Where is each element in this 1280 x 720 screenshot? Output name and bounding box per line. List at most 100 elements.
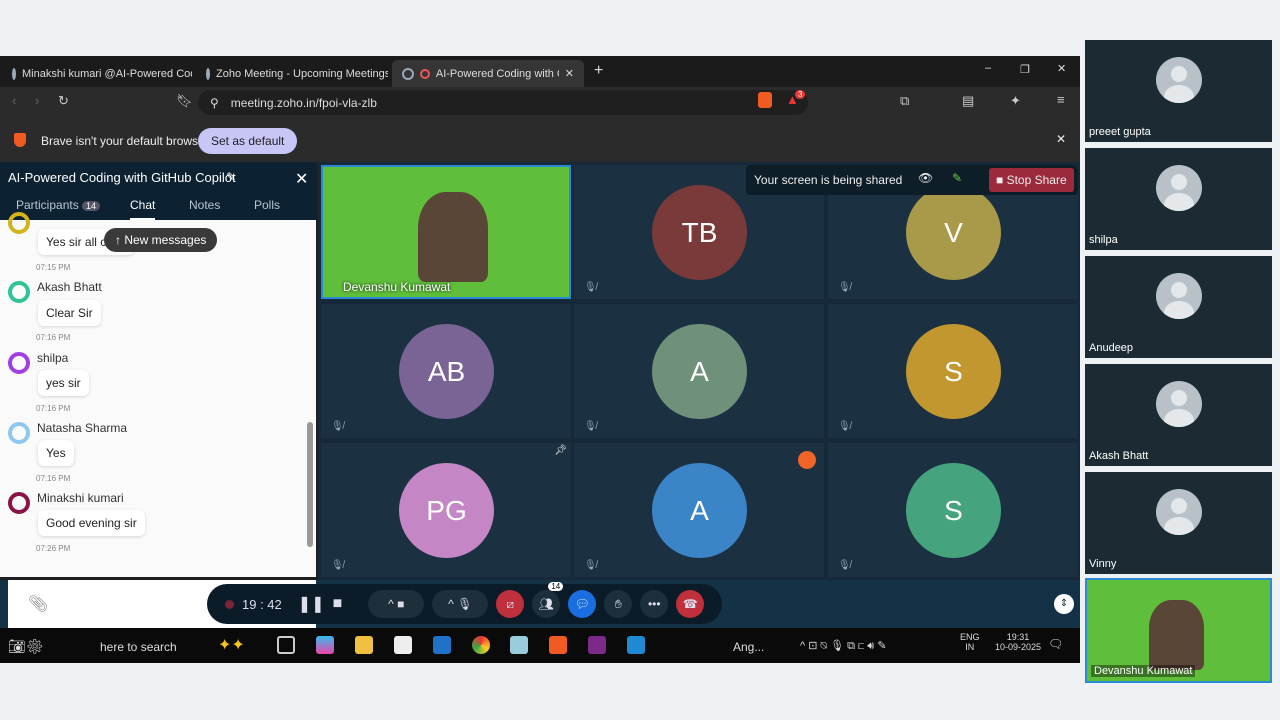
expand-toggle-icon[interactable]: ⇕ (1054, 594, 1074, 614)
message-time: 07:15 PM (36, 263, 71, 272)
chat-button[interactable]: 💬︎ (568, 590, 597, 618)
stop-share-button[interactable]: ■ Stop Share (989, 168, 1074, 192)
close-window-button[interactable]: ✕ (1057, 62, 1066, 75)
participant-thumbnail[interactable]: shilpa (1085, 148, 1272, 250)
participant-tile[interactable]: S 🎙︎̸ (828, 443, 1078, 577)
mic-off-icon: 🎙︎̸ (331, 560, 344, 571)
extensions-icon[interactable]: ⧉ (900, 93, 909, 109)
meeting-title: AI-Powered Coding with GitHub Copilot (8, 170, 236, 185)
brave-taskbar-icon[interactable] (549, 636, 567, 654)
file-explorer-icon[interactable] (355, 636, 373, 654)
capture-tools-icon[interactable]: 📷︎⚙︎ (8, 638, 44, 655)
vscode-icon[interactable] (627, 636, 645, 654)
close-infobar-button[interactable]: ✕ (1056, 132, 1066, 146)
back-button[interactable]: ‹ (12, 93, 16, 108)
copilot-app-icon[interactable] (316, 636, 334, 654)
tab-polls[interactable]: Polls (254, 198, 280, 212)
chrome-icon[interactable] (472, 636, 490, 654)
presenter-video (418, 192, 488, 282)
clock-date: 10-09-2025 (995, 642, 1042, 652)
set-default-button[interactable]: Set as default (198, 128, 298, 154)
attach-icon[interactable]: 📎︎ (28, 594, 48, 614)
avatar-initials: A (652, 463, 747, 558)
message-time: 07:26 PM (36, 544, 71, 553)
participants-button[interactable]: 👥︎ 14 (532, 582, 564, 618)
avatar (8, 492, 30, 514)
store-icon[interactable] (394, 636, 412, 654)
presenter-video-tile[interactable]: Devanshu Kumawat (321, 165, 571, 299)
stop-share-label: Stop Share (1006, 173, 1067, 187)
leo-icon[interactable]: ✦ (1010, 93, 1021, 109)
new-messages-button[interactable]: ↑ New messages (104, 228, 218, 252)
participant-tile[interactable]: S 🎙︎̸ (828, 304, 1078, 438)
tab-chat[interactable]: Chat (130, 198, 156, 220)
microphone-button[interactable]: ^ 🎙︎ (432, 590, 489, 618)
participant-tile[interactable]: A 🎙︎̸ (574, 443, 824, 577)
clock[interactable]: 19:31 10-09-2025 (995, 632, 1041, 652)
participant-thumbnail[interactable]: Akash Bhatt (1085, 364, 1272, 466)
tab-label: AI-Powered Coding with GitH (435, 67, 559, 80)
reactions-button[interactable]: ✋︎ (604, 590, 633, 618)
leave-meeting-button[interactable]: ☎︎ (676, 590, 705, 618)
minimize-button[interactable]: – (985, 62, 991, 74)
language-indicator[interactable]: ENG IN (960, 632, 980, 652)
edit-icon[interactable]: ✎ (226, 170, 236, 184)
chat-scrollbar[interactable] (307, 222, 313, 552)
url-field[interactable]: ⚲ meeting.zoho.in/fpoi-vla-zlb (198, 90, 808, 115)
camera-button[interactable]: ^ ■ (368, 590, 425, 618)
participant-tile[interactable]: AB 🎙︎̸ (321, 304, 571, 438)
app-icon[interactable] (510, 636, 528, 654)
notifications-icon[interactable]: 🗨︎ (1048, 637, 1063, 651)
tab-meeting[interactable]: AI-Powered Coding with GitH ✕ (392, 60, 584, 87)
tab-participants[interactable]: Participants 14 (16, 198, 101, 212)
more-options-button[interactable]: ••• (640, 590, 669, 618)
tab-label: Zoho Meeting - Upcoming Meetings (216, 67, 388, 80)
browser-window: Minakshi kumari @AI-Powered Codin Zoho M… (0, 56, 1080, 663)
avatar-initials: S (906, 324, 1001, 419)
onenote-icon[interactable] (588, 636, 606, 654)
tray-icons[interactable]: ^ ⊡ ⍉ 🎙︎ ⧉ ⊏ 🔊︎ ✎ (800, 639, 887, 653)
participant-tile[interactable]: A 🎙︎̸ (574, 304, 824, 438)
participant-thumbnail[interactable]: Vinny (1085, 472, 1272, 574)
lang-2: IN (965, 642, 975, 652)
pin-icon[interactable]: 📌︎ (554, 445, 567, 456)
sidebar-icon[interactable]: ▤ (962, 93, 974, 109)
mic-off-icon: 🎙︎̸ (838, 560, 851, 571)
taskbar-search[interactable]: here to search (100, 640, 177, 654)
tab-zoho-upcoming[interactable]: Zoho Meeting - Upcoming Meetings (196, 60, 388, 87)
participant-thumbnail[interactable]: preeet gupta (1085, 40, 1272, 142)
menu-icon[interactable]: ≡ (1057, 92, 1065, 107)
address-bar-row: ‹ › ↻ 🔖︎ ⚲ meeting.zoho.in/fpoi-vla-zlb ▲… (0, 87, 1080, 118)
new-messages-label: New messages (124, 233, 207, 247)
site-settings-icon[interactable]: ⚲ (210, 96, 219, 110)
clock-time: 19:31 (1006, 632, 1030, 642)
participant-tile[interactable]: PG 🎙︎̸ 📌︎ (321, 443, 571, 577)
self-video-thumbnail[interactable]: Devanshu Kumawat (1085, 578, 1272, 683)
mic-off-icon: 🎙︎̸ (584, 421, 597, 432)
task-view-icon[interactable] (277, 636, 295, 654)
participant-thumbnail[interactable]: Anudeep (1085, 256, 1272, 358)
screen-share-button[interactable]: ⧄ (496, 590, 525, 618)
weather-widget[interactable]: Ang... (733, 640, 764, 654)
close-panel-button[interactable]: ✕ (295, 169, 308, 189)
avatar-initials: V (906, 185, 1001, 280)
message-bubble: Clear Sir (38, 300, 101, 326)
close-tab-icon[interactable]: ✕ (565, 67, 574, 80)
tab-notes[interactable]: Notes (189, 198, 220, 212)
self-video (1149, 600, 1204, 670)
outlook-icon[interactable] (433, 636, 451, 654)
new-tab-button[interactable]: + (594, 62, 603, 80)
brave-shields-icon[interactable] (758, 92, 772, 108)
maximize-button[interactable]: ❐ (1020, 63, 1030, 76)
tab-minakshi[interactable]: Minakshi kumari @AI-Powered Codin (2, 60, 192, 87)
stop-recording-button[interactable]: ■ (333, 595, 343, 613)
chat-messages: Yes sir all clear 07:15 PM ↑ New message… (0, 212, 316, 577)
reload-button[interactable]: ↻ (58, 93, 69, 109)
copilot-sparkle-icon[interactable]: ✦✦ (218, 635, 245, 655)
avatar (8, 422, 30, 444)
annotate-pen-icon[interactable]: ✎ (952, 171, 962, 185)
hide-eye-icon[interactable]: 👁︎ (918, 171, 933, 185)
forward-button[interactable]: › (35, 93, 39, 108)
bookmark-icon[interactable]: 🔖︎ (176, 93, 193, 109)
pause-recording-button[interactable]: ❚❚ (298, 594, 325, 614)
